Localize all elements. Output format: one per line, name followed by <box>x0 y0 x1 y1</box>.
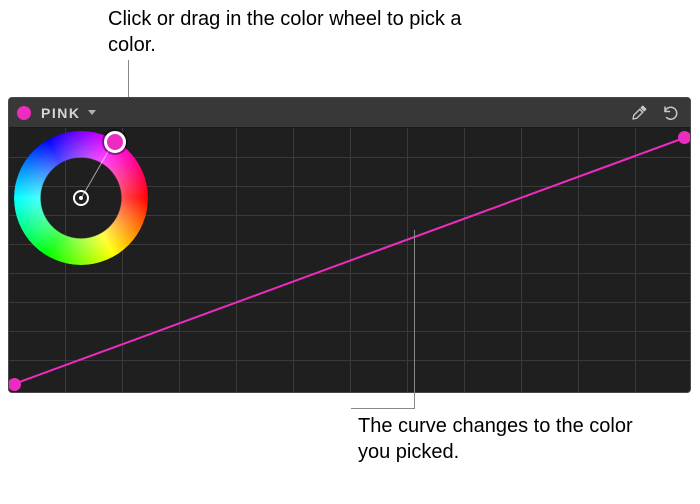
callout-color-wheel: Click or drag in the color wheel to pick… <box>108 6 508 58</box>
grid-line <box>236 128 237 393</box>
grid-line <box>179 128 180 393</box>
color-wheel-picker-handle[interactable] <box>104 131 126 153</box>
grid-line <box>578 128 579 393</box>
color-dropdown-label: PINK <box>41 105 80 121</box>
grid-line <box>350 128 351 393</box>
leader-line-bottom-h <box>351 408 415 409</box>
grid-line <box>293 128 294 393</box>
curve-grid-area[interactable] <box>9 128 690 393</box>
curve-endpoint-end[interactable] <box>678 131 691 144</box>
grid-line <box>635 128 636 393</box>
grid-line <box>521 128 522 393</box>
curve-endpoint-start[interactable] <box>8 378 21 391</box>
chevron-down-icon <box>88 110 96 115</box>
leader-line-bottom-v <box>414 230 415 408</box>
color-curve-panel: PINK <box>8 97 691 393</box>
color-dropdown[interactable]: PINK <box>41 105 96 121</box>
eyedropper-icon[interactable] <box>628 102 650 124</box>
callout-curve-color: The curve changes to the color you picke… <box>358 413 668 465</box>
grid-line <box>407 128 408 393</box>
grid-line <box>464 128 465 393</box>
reset-icon[interactable] <box>660 102 682 124</box>
selected-color-swatch[interactable] <box>17 106 31 120</box>
color-wheel-center-handle[interactable] <box>73 190 89 206</box>
panel-header: PINK <box>9 98 690 128</box>
